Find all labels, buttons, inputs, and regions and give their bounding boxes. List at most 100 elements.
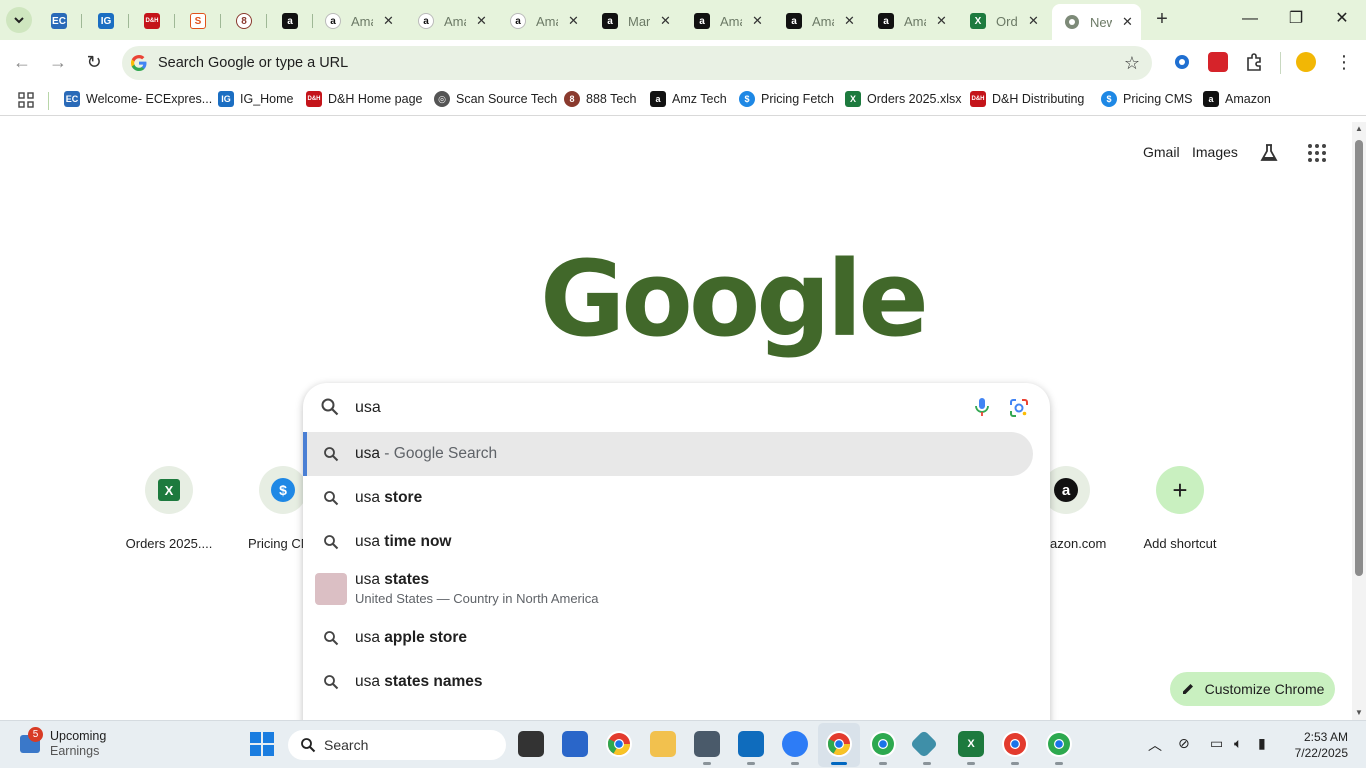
- taskbar-search[interactable]: Search: [288, 730, 506, 760]
- forward-button[interactable]: →: [46, 51, 70, 75]
- bookmark-amz-tech[interactable]: a Amz Tech: [650, 91, 727, 107]
- tab-title: Ama: [904, 13, 926, 29]
- scroll-down-icon[interactable]: ▼: [1355, 708, 1363, 717]
- close-icon[interactable]: ✕: [383, 13, 394, 29]
- suggestion-google-search[interactable]: usa - Google Search: [303, 432, 1033, 476]
- address-bar[interactable]: Search Google or type a URL ☆: [122, 46, 1152, 80]
- chrome-profile-icon[interactable]: [1046, 731, 1072, 757]
- chrome-profile-icon[interactable]: [870, 731, 896, 757]
- scroll-up-icon[interactable]: ▲: [1355, 124, 1363, 133]
- bookmark-orders-2025[interactable]: X Orders 2025.xlsx: [845, 91, 961, 107]
- tab-new-tab[interactable]: New ✕: [1052, 4, 1141, 40]
- close-icon[interactable]: ✕: [660, 13, 671, 29]
- pinned-tab-ec-express[interactable]: EC: [36, 6, 82, 36]
- page-scrollbar[interactable]: ▲ ▼: [1352, 122, 1366, 720]
- restore-button[interactable]: ❐: [1284, 8, 1308, 32]
- tab-amazon-1[interactable]: a Ama ✕: [313, 6, 402, 36]
- close-icon[interactable]: ✕: [1122, 14, 1133, 30]
- bookmark-amazon[interactable]: a Amazon: [1203, 91, 1271, 107]
- suggestion-suffix: - Google Search: [380, 445, 498, 462]
- extensions-puzzle-icon[interactable]: [1244, 52, 1264, 72]
- pinned-tab-dh-home[interactable]: D&H: [129, 6, 175, 36]
- bookmark-pricing-cms[interactable]: $ Pricing CMS: [1101, 91, 1192, 107]
- reload-button[interactable]: ↻: [82, 51, 106, 75]
- outlook-icon[interactable]: [738, 731, 764, 757]
- tab-amazon-6[interactable]: a Ama ✕: [866, 6, 955, 36]
- google-lens-icon[interactable]: [1009, 398, 1029, 418]
- pinned-tab-ig-home[interactable]: IG: [83, 6, 129, 36]
- suggestion-entity[interactable]: usa states United States — Country in No…: [303, 566, 1050, 612]
- shortcut-orders-2025[interactable]: X Orders 2025....: [114, 466, 224, 551]
- tab-amazon-3[interactable]: a Ama ✕: [498, 6, 587, 36]
- chrome-menu-icon[interactable]: ⋮: [1332, 51, 1356, 75]
- tab-search-button[interactable]: [6, 7, 32, 33]
- pinned-tab-amazon[interactable]: a: [267, 6, 313, 36]
- extension-pdf-icon[interactable]: [1208, 52, 1228, 72]
- bookmark-star-icon[interactable]: ☆: [1124, 53, 1140, 74]
- labs-flask-icon[interactable]: [1259, 143, 1279, 163]
- chevron-up-icon[interactable]: ︿: [1148, 735, 1162, 755]
- google-apps-icon[interactable]: [1307, 143, 1327, 163]
- close-icon[interactable]: ✕: [752, 13, 763, 29]
- shortcut-amazon[interactable]: a azon.com: [1040, 466, 1120, 551]
- close-icon[interactable]: ✕: [568, 13, 579, 29]
- calculator-icon[interactable]: [694, 731, 720, 757]
- close-icon[interactable]: ✕: [936, 13, 947, 29]
- pinned-tab-888-tech[interactable]: 8: [221, 6, 267, 36]
- images-link[interactable]: Images: [1192, 144, 1238, 160]
- bookmark-888-tech[interactable]: 8 888 Tech: [564, 91, 637, 107]
- apps-grid-icon[interactable]: [18, 92, 34, 108]
- chrome-icon: [1064, 14, 1080, 30]
- battery-icon[interactable]: ▮: [1258, 735, 1266, 752]
- taskbar-clock[interactable]: 2:53 AM 7/22/2025: [1284, 729, 1348, 761]
- bookmark-ig-home[interactable]: IG IG_Home: [218, 91, 294, 107]
- close-icon[interactable]: ✕: [476, 13, 487, 29]
- close-window-button[interactable]: ✕: [1330, 8, 1354, 32]
- bookmark-pricing-fetch[interactable]: $ Pricing Fetch: [739, 91, 834, 107]
- scrollbar-thumb[interactable]: [1355, 140, 1363, 576]
- microphone-icon[interactable]: [973, 397, 991, 417]
- amazon-icon: a: [650, 91, 666, 107]
- widgets-button[interactable]: 5 Upcoming Earnings: [20, 727, 107, 759]
- profile-avatar-icon[interactable]: [1296, 52, 1316, 72]
- widget-title: Upcoming: [50, 729, 107, 743]
- bookmark-ec-express[interactable]: EC Welcome- ECExpres...: [64, 91, 212, 107]
- excel-icon[interactable]: X: [958, 731, 984, 757]
- bookmark-scan-source[interactable]: ◎ Scan Source Tech: [434, 91, 557, 107]
- suggestion-item[interactable]: usa store: [303, 476, 1050, 520]
- close-icon[interactable]: ✕: [1028, 13, 1039, 29]
- customize-chrome-button[interactable]: Customize Chrome: [1170, 672, 1335, 706]
- volume-icon[interactable]: 🔈︎: [1234, 735, 1242, 752]
- tab-amazon-4[interactable]: a Ama ✕: [682, 6, 771, 36]
- display-icon[interactable]: ▭: [1210, 735, 1223, 752]
- close-icon[interactable]: ✕: [844, 13, 855, 29]
- suggestion-item[interactable]: usa apple store: [303, 616, 1050, 660]
- suggestion-item[interactable]: usa states names: [303, 660, 1050, 704]
- store-icon[interactable]: [562, 731, 588, 757]
- chrome-profile-icon[interactable]: [1002, 731, 1028, 757]
- add-shortcut-button[interactable]: + Add shortcut: [1125, 466, 1235, 551]
- zoom-icon[interactable]: [782, 731, 808, 757]
- search-input[interactable]: usa: [303, 383, 1050, 431]
- new-tab-button[interactable]: +: [1150, 8, 1174, 32]
- tab-orders[interactable]: X Ord ✕: [958, 6, 1047, 36]
- suggestion-item[interactable]: usa time now: [303, 520, 1050, 564]
- tab-marketplace[interactable]: a Mar ✕: [590, 6, 679, 36]
- extension-globe-icon[interactable]: [1172, 52, 1192, 72]
- chrome-icon[interactable]: [606, 731, 632, 757]
- gmail-link[interactable]: Gmail: [1143, 144, 1180, 160]
- file-explorer-icon[interactable]: [650, 731, 676, 757]
- chrome-icon[interactable]: [826, 731, 852, 757]
- task-view-icon[interactable]: [518, 731, 544, 757]
- windows-start-icon[interactable]: [250, 732, 274, 756]
- minimize-button[interactable]: —: [1238, 8, 1262, 32]
- pinned-tab-scan-source[interactable]: S: [175, 6, 221, 36]
- back-button[interactable]: ←: [10, 51, 34, 75]
- bookmark-dh-home[interactable]: D&H D&H Home page: [306, 91, 423, 107]
- tab-amazon-2[interactable]: a Ama ✕: [406, 6, 495, 36]
- tab-amazon-5[interactable]: a Ama ✕: [774, 6, 863, 36]
- app-diamond-icon[interactable]: [909, 729, 939, 759]
- bookmark-dh-distributing[interactable]: D&H D&H Distributing: [970, 91, 1084, 107]
- network-off-icon[interactable]: ⊘: [1178, 735, 1190, 752]
- shortcut-pricing-cms[interactable]: $ Pricing CM: [228, 466, 308, 551]
